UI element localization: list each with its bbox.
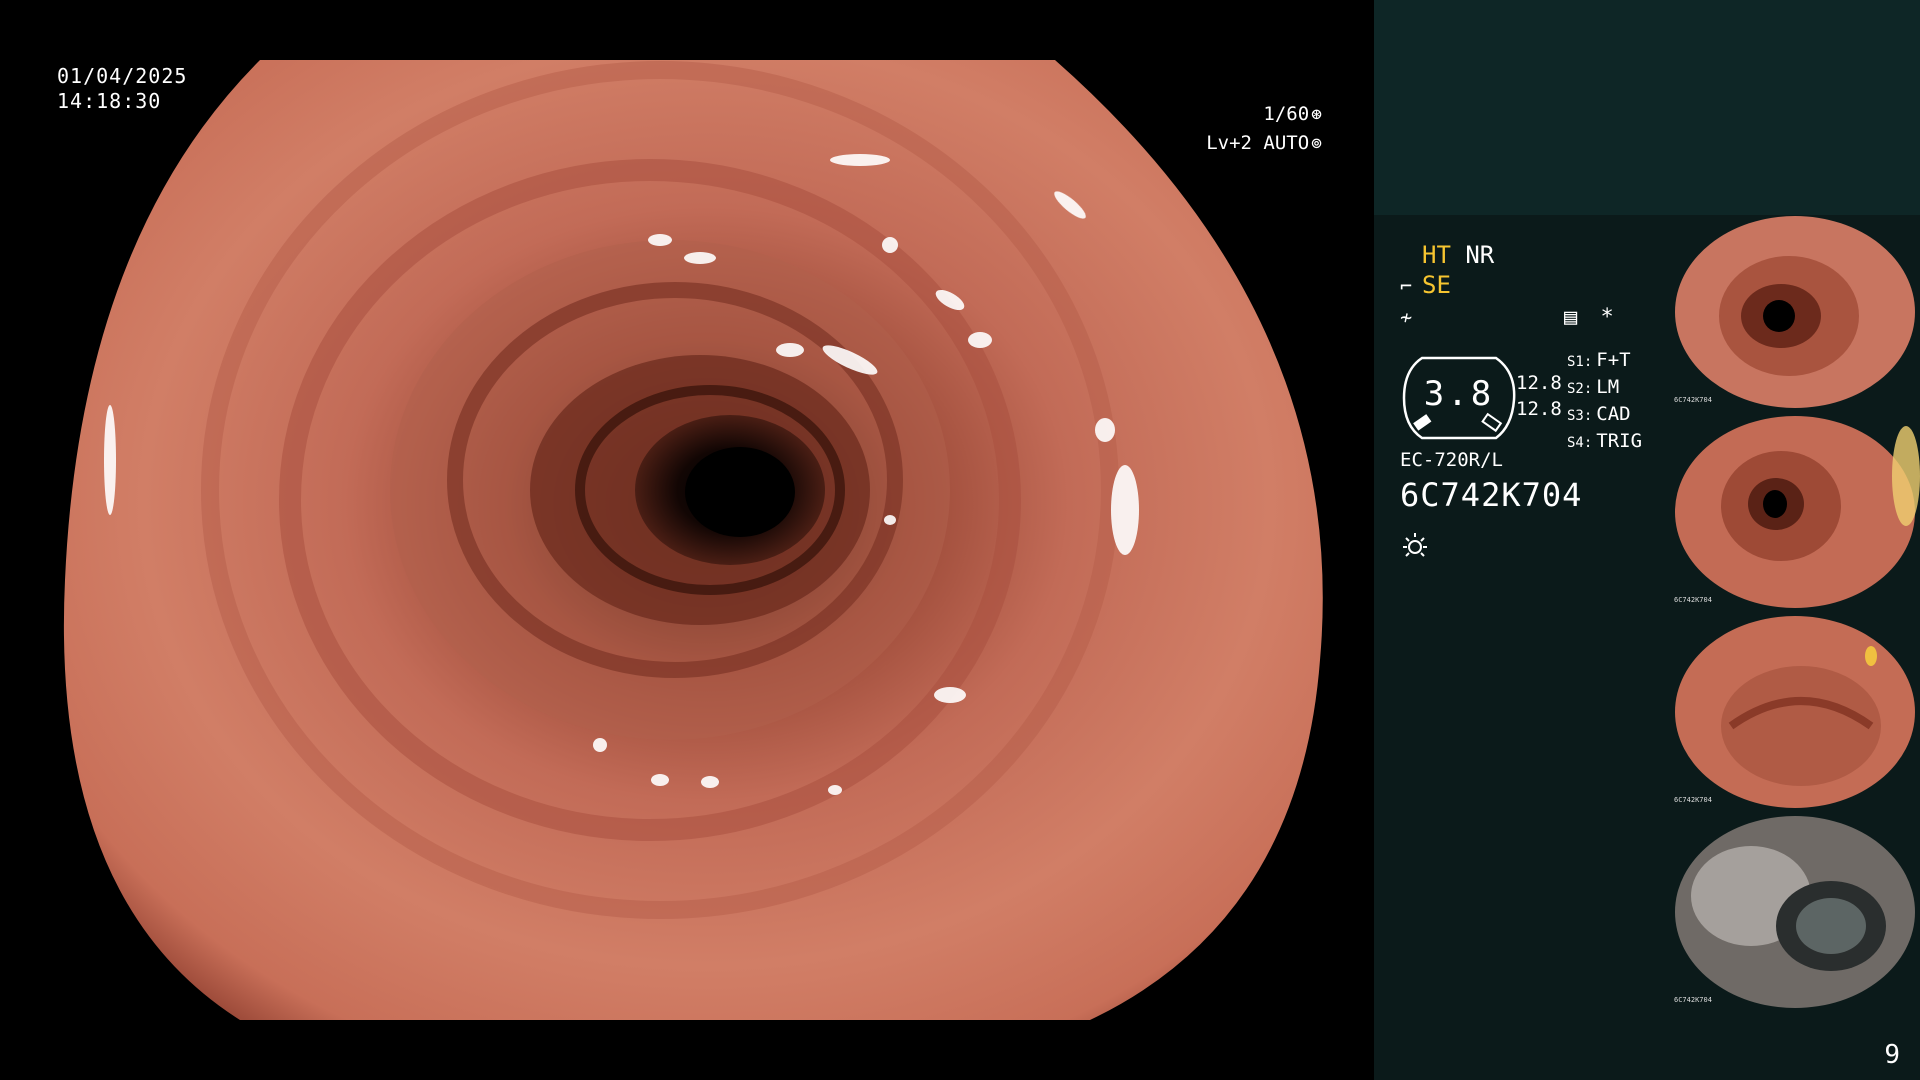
panel-header-area <box>1374 0 1920 215</box>
mode-se: SE <box>1422 271 1451 299</box>
shutter-text: 1/60 <box>1263 103 1310 125</box>
light-source-icon <box>1403 533 1427 557</box>
structure-enhance-icon: ⌐ <box>1400 274 1413 298</box>
endoscopy-screen: 01/04/2025 14:18:30 1/60 ⊛ Lv+2 AUTO ⊚ HT … <box>0 0 1920 1080</box>
exposure-readout: 1/60 ⊛ Lv+2 AUTO ⊚ <box>1206 100 1322 158</box>
scope-switch-list: S1: F+T S2: LM S3: CAD S4: TRIG <box>1567 348 1642 456</box>
date-text: 01/04/2025 <box>57 64 188 88</box>
time-text: 14:18:30 <box>57 89 162 113</box>
mode-indicators: HT NR ⌐ SE ≁ <box>1400 240 1494 332</box>
status-icons: ▤ * <box>1564 305 1614 330</box>
gauge-readouts: 12.8 12.8 <box>1516 370 1562 422</box>
gauge-value: 3.8 <box>1423 374 1495 414</box>
asterisk-text: * <box>1600 305 1614 330</box>
switch-row: S3: CAD <box>1567 403 1631 425</box>
zoom-gauge: 3.8 <box>1400 350 1518 444</box>
readout-2: 12.8 <box>1516 398 1562 420</box>
page-number: 9 <box>1884 1040 1900 1070</box>
switch-row: S2: LM <box>1567 376 1620 398</box>
endoscope-image <box>63 60 1323 1020</box>
capture-thumbnail-strip: 6C742K704 6C742K704 6C742K704 6C742K704 <box>1671 216 1920 1016</box>
record-icon: ▤ <box>1564 305 1578 330</box>
capture-thumbnail[interactable]: 6C742K704 <box>1671 416 1920 608</box>
date-time-readout: 01/04/2025 14:18:30 <box>57 64 187 114</box>
capture-thumbnail[interactable]: 6C742K704 <box>1671 216 1920 408</box>
scope-serial: 6C742K704 <box>1400 476 1583 514</box>
mode-ht: HT <box>1422 241 1451 269</box>
switch-row: S4: TRIG <box>1567 430 1643 452</box>
iris-icon: ⊚ <box>1311 133 1322 154</box>
readout-1: 12.8 <box>1516 372 1562 394</box>
capture-thumbnail[interactable]: 6C742K704 <box>1671 816 1920 1008</box>
mode-nr: NR <box>1465 241 1495 269</box>
freeze-icon: ≁ <box>1400 305 1413 329</box>
iris-text: Lv+2 AUTO <box>1206 132 1310 154</box>
aperture-icon: ⊛ <box>1311 104 1322 125</box>
live-view[interactable]: 01/04/2025 14:18:30 1/60 ⊛ Lv+2 AUTO ⊚ <box>0 0 1374 1080</box>
capture-thumbnail[interactable]: 6C742K704 <box>1671 616 1920 808</box>
switch-row: S1: F+T <box>1567 349 1631 371</box>
scope-model: EC-720R/L <box>1400 449 1503 471</box>
